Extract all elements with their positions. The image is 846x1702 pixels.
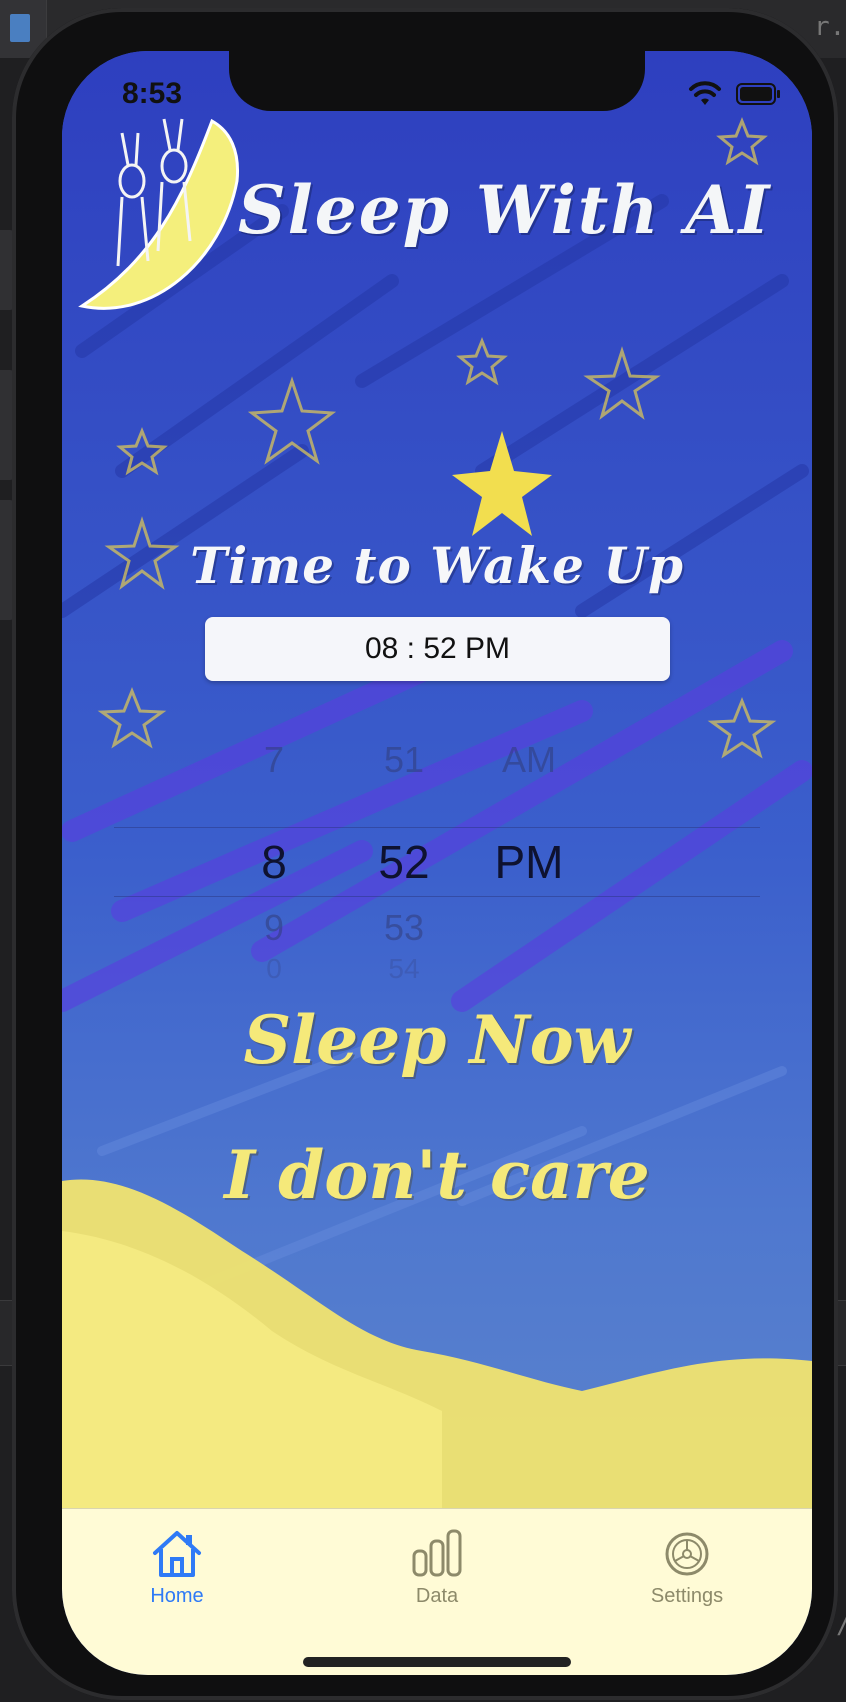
tab-data-label: Data <box>415 1585 459 1607</box>
battery-icon <box>736 83 780 105</box>
status-time: 8:53 <box>122 77 183 110</box>
tab-home[interactable]: Home <box>87 1529 267 1608</box>
picker-minute-far[interactable]: 54 <box>344 953 464 985</box>
picker-period-prev[interactable]: AM <box>469 739 589 781</box>
home-indicator[interactable] <box>303 1657 571 1667</box>
editor-code-fragment: / <box>836 1610 846 1640</box>
picker-minute-selected[interactable]: 52 <box>344 835 464 889</box>
house-icon <box>153 1531 201 1577</box>
wifi-icon <box>689 81 721 105</box>
picker-period-selected[interactable]: PM <box>469 835 589 889</box>
picker-minute-next[interactable]: 53 <box>344 907 464 949</box>
app-screen: 8:53 Sleep With AI Time to Wake Up 08 : … <box>62 51 812 1675</box>
device-notch <box>229 51 645 111</box>
time-picker-wheel[interactable]: 7 8 9 0 51 52 53 54 AM PM <box>114 731 760 984</box>
swift-file-icon <box>10 14 30 42</box>
picker-hour-selected[interactable]: 8 <box>214 835 334 889</box>
dont-care-button[interactable]: I don't care <box>62 1136 812 1214</box>
picker-hour-prev[interactable]: 7 <box>214 739 334 781</box>
gear-icon <box>665 1532 709 1576</box>
picker-hour-far[interactable]: 0 <box>214 953 334 985</box>
tab-settings[interactable]: Settings <box>597 1529 777 1608</box>
tab-home-label: Home <box>150 1585 204 1607</box>
picker-hour-next[interactable]: 9 <box>214 907 334 949</box>
bar-chart-icon <box>412 1529 462 1577</box>
phone-frame: 8:53 Sleep With AI Time to Wake Up 08 : … <box>12 8 838 1700</box>
app-title: Sleep With AI <box>238 171 772 249</box>
sleep-now-button[interactable]: Sleep Now <box>62 1001 812 1079</box>
picker-minute-prev[interactable]: 51 <box>344 739 464 781</box>
status-icons <box>688 81 782 107</box>
tab-bar: Home Data Settings <box>62 1508 812 1675</box>
editor-tab-text: r.sw <box>814 12 846 42</box>
wake-time-field[interactable]: 08 : 52 PM <box>205 617 670 681</box>
tab-data[interactable]: Data <box>347 1529 527 1608</box>
wake-time-label: Time to Wake Up <box>190 536 684 595</box>
tab-settings-label: Settings <box>650 1585 724 1607</box>
